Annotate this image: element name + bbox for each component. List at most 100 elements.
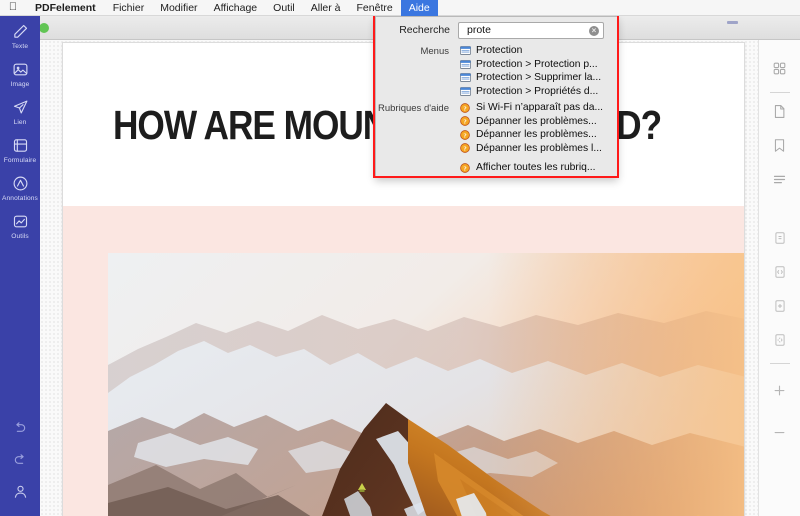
redo-icon	[0, 451, 40, 470]
sidebar-label-outils: Outils	[11, 233, 29, 240]
sidebar-label-lien: Lien	[13, 119, 27, 126]
page-insert-button[interactable]	[759, 291, 800, 325]
menu-result-label: Protection > Propriétés d...	[476, 85, 599, 97]
menu-item-fichier[interactable]: Fichier	[105, 0, 153, 16]
help-search-dropdown[interactable]: Recherche prote × Menus Protection Prote…	[375, 16, 618, 178]
help-topic-label: Si Wi-Fi n’apparaît pas da...	[476, 102, 604, 114]
outline-panel-button[interactable]	[759, 165, 800, 199]
help-topic-icon: ?	[460, 102, 476, 113]
help-topic-label: Dépanner les problèmes...	[476, 115, 597, 127]
help-topic-row[interactable]: ? Dépanner les problèmes...	[458, 128, 616, 142]
page-rotate-icon	[773, 230, 787, 251]
page-panel-button[interactable]	[759, 97, 800, 131]
menu-result-row[interactable]: Protection > Propriétés d...	[458, 85, 616, 99]
help-topics-list: ? Si Wi-Fi n’apparaît pas da... ? Dépann…	[458, 101, 616, 175]
show-all-topics-row[interactable]: ? Afficher toutes les rubriq...	[458, 161, 616, 175]
svg-text:?: ?	[463, 146, 466, 153]
menu-result-icon	[460, 59, 476, 69]
form-icon	[0, 137, 40, 156]
panel-resize-handle[interactable]	[727, 21, 738, 24]
sidebar-item-image[interactable]: Image	[0, 54, 40, 92]
sidebar-label-image: Image	[10, 81, 30, 88]
menu-item-modifier[interactable]: Modifier	[152, 0, 205, 16]
thumbnails-grid-icon	[772, 61, 787, 81]
help-topics-label: Rubriques d'aide	[378, 103, 449, 114]
help-topic-row[interactable]: ? Dépanner les problèmes...	[458, 115, 616, 129]
menu-result-label: Protection > Protection p...	[476, 58, 598, 70]
menu-item-aide[interactable]: Aide	[400, 0, 438, 16]
menu-item-aller-a[interactable]: Aller à	[303, 0, 349, 16]
undo-button[interactable]	[0, 406, 40, 438]
sidebar-item-formulaire[interactable]: Formulaire	[0, 130, 40, 168]
sidebar-label-texte: Texte	[11, 43, 29, 50]
svg-text:?: ?	[463, 132, 466, 139]
pen-icon	[0, 23, 40, 42]
sidebar-item-lien[interactable]: Lien	[0, 92, 40, 130]
mountain-photo-graphic	[108, 253, 744, 516]
menu-result-row[interactable]: Protection > Supprimer la...	[458, 71, 616, 85]
svg-text:?: ?	[463, 105, 466, 112]
redo-button[interactable]	[0, 438, 40, 470]
menu-item-affichage[interactable]: Affichage	[206, 0, 266, 16]
sidebar-label-formulaire: Formulaire	[3, 157, 37, 164]
bookmark-icon	[772, 137, 787, 159]
menu-result-label: Protection	[476, 45, 523, 57]
bookmark-panel-button[interactable]	[759, 131, 800, 165]
help-search-field[interactable]: prote ×	[458, 21, 604, 39]
right-toolbar	[758, 40, 800, 516]
apple-icon[interactable]: 	[0, 1, 26, 14]
zoom-button[interactable]	[39, 23, 49, 33]
rail-divider-2	[769, 363, 790, 364]
help-menus-label: Menus	[420, 46, 449, 57]
help-topic-label: Dépanner les problèmes...	[476, 129, 597, 141]
undo-icon	[0, 419, 40, 438]
list-icon	[772, 172, 787, 192]
help-menus-list: Protection Protection > Protection p... …	[458, 44, 616, 98]
menu-item-fenetre[interactable]: Fenêtre	[349, 0, 401, 16]
page-icon	[772, 103, 787, 125]
menu-result-label: Protection > Supprimer la...	[476, 72, 602, 84]
help-menus-section: Menus Protection Protection > Protection…	[376, 44, 616, 98]
help-topic-row[interactable]: ? Si Wi-Fi n’apparaît pas da...	[458, 101, 616, 115]
tools-icon	[0, 213, 40, 232]
page-replace-icon	[773, 332, 787, 353]
help-topics-section: Rubriques d'aide ? Si Wi-Fi n’apparaît p…	[376, 101, 616, 175]
rail-divider-1	[769, 92, 790, 93]
help-search-label: Recherche	[399, 24, 450, 36]
page-replace-button[interactable]	[759, 325, 800, 359]
menu-result-row[interactable]: Protection	[458, 44, 616, 58]
sidebar-item-outils[interactable]: Outils	[0, 206, 40, 244]
sidebar-item-texte[interactable]: Texte	[0, 16, 40, 54]
help-topic-icon: ?	[460, 116, 476, 127]
help-topic-icon: ?	[460, 143, 476, 154]
help-search-input[interactable]: prote	[459, 24, 491, 36]
link-icon	[0, 99, 40, 118]
sidebar-item-annotations[interactable]: Annotations	[0, 168, 40, 206]
account-button[interactable]	[0, 470, 40, 516]
zoom-in-icon	[772, 383, 787, 403]
svg-text:?: ?	[463, 119, 466, 126]
help-topic-row[interactable]: ? Dépanner les problèmes l...	[458, 142, 616, 156]
mac-menu-bar:  PDFelement Fichier Modifier Affichage …	[0, 0, 800, 16]
page-extract-button[interactable]	[759, 257, 800, 291]
menu-result-icon	[460, 73, 476, 83]
zoom-out-button[interactable]	[759, 418, 800, 452]
mountain-photo[interactable]	[108, 253, 744, 516]
help-topic-label: Dépanner les problèmes l...	[476, 142, 602, 154]
thumbnails-button[interactable]	[759, 54, 800, 88]
left-toolbar: Texte Image Lien Formulaire Annotations	[0, 16, 40, 516]
help-search-row: Recherche prote ×	[376, 19, 619, 41]
menu-result-row[interactable]: Protection > Protection p...	[458, 58, 616, 72]
zoom-out-icon	[772, 425, 787, 445]
menu-result-icon	[460, 46, 476, 56]
zoom-in-button[interactable]	[759, 376, 800, 410]
svg-text:?: ?	[463, 165, 466, 172]
help-topic-icon: ?	[460, 129, 476, 140]
annotation-icon	[0, 175, 40, 194]
page-extract-icon	[773, 264, 787, 285]
clear-icon[interactable]: ×	[589, 26, 599, 36]
page-rotate-button[interactable]	[759, 223, 800, 257]
app-name-menu[interactable]: PDFelement	[26, 2, 105, 14]
menu-item-outil[interactable]: Outil	[265, 0, 303, 16]
help-topic-icon: ?	[460, 162, 476, 173]
